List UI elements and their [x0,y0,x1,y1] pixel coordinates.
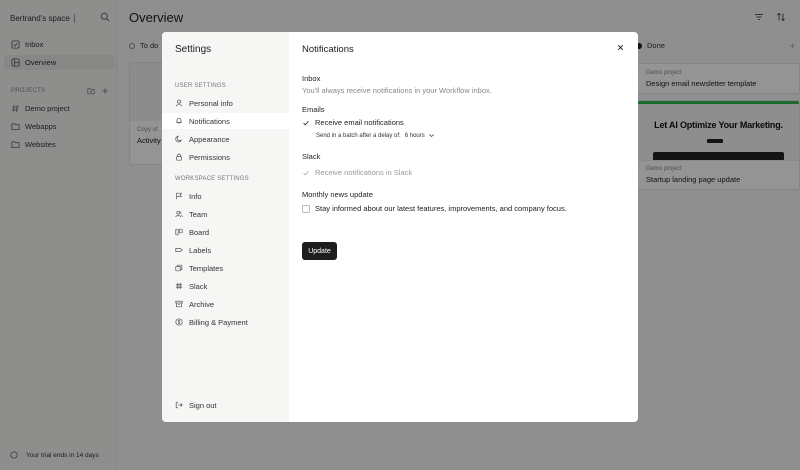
settings-item-label: Templates [189,263,224,273]
update-button[interactable]: Update [302,242,337,260]
settings-item-label: Board [189,227,210,237]
inbox-label: Inbox [302,74,321,83]
settings-item-templates[interactable]: Templates [162,260,289,276]
settings-item-label: Appearance [189,134,230,144]
user-icon [175,99,183,107]
email-notifications-checkbox[interactable]: Receive email notifications [302,118,404,127]
settings-item-appearance[interactable]: Appearance [162,131,289,147]
bell-icon [176,117,182,125]
settings-item-notifications[interactable]: Notifications [162,113,289,129]
settings-item-label: Team [189,209,208,219]
delay-setting: Send in a batch after a delay of: 6 hour… [316,132,435,139]
news-update-checkbox[interactable]: Stay informed about our latest features,… [302,204,567,213]
settings-item-slack[interactable]: Slack [162,278,289,294]
settings-item-billing[interactable]: Billing & Payment [162,314,289,330]
slack-notifications-checkbox[interactable]: Receive notifications in Slack [302,168,412,177]
slack-icon [175,282,183,290]
archive-icon [175,300,183,308]
settings-item-label: Slack [189,281,208,291]
settings-item-label: Billing & Payment [189,317,248,327]
settings-item-label: Info [189,191,202,201]
team-icon [175,210,183,218]
board-icon [175,228,183,236]
settings-item-team[interactable]: Team [162,206,289,222]
checkmark-icon [302,169,310,177]
user-settings-heading: USER SETTINGS [175,83,226,89]
chevron-down-icon [428,134,434,138]
settings-item-board[interactable]: Board [162,224,289,240]
settings-item-label: Archive [189,299,215,309]
settings-title: Settings [175,44,212,55]
settings-sidebar: Settings USER SETTINGS Personal info Not… [162,32,289,422]
empty-checkbox-icon [302,204,310,213]
settings-item-permissions[interactable]: Permissions [162,149,289,165]
delay-value: 6 hours [404,132,425,139]
settings-item-archive[interactable]: Archive [162,296,289,312]
checkmark-icon [302,119,310,127]
emails-label: Emails [302,105,325,114]
notifications-panel: Notifications Inbox You'll always receiv… [289,32,638,422]
inbox-description: You'll always receive notifications in y… [302,86,492,95]
settings-item-label: Notifications [189,116,230,126]
panel-heading: Notifications [302,44,354,55]
workspace-settings-heading: WORKSPACE SETTINGS [175,176,249,182]
settings-item-personal-info[interactable]: Personal info [162,95,289,111]
delay-label: Send in a batch after a delay of: [316,132,401,139]
delay-dropdown[interactable]: 6 hours [405,132,435,139]
checkbox-label: Receive notifications in Slack [315,168,413,177]
slack-label: Slack [302,152,321,161]
templates-icon [175,264,183,272]
flag-icon [176,192,183,200]
settings-item-info[interactable]: Info [162,188,289,204]
settings-item-label: Labels [189,245,212,255]
settings-item-label: Permissions [189,152,230,162]
sign-out-label: Sign out [189,400,217,410]
checkbox-label: Receive email notifications [315,118,404,127]
moon-icon [175,135,183,143]
billing-icon [175,318,183,326]
sign-out-button[interactable]: Sign out [162,397,289,413]
sign-out-icon [175,401,183,409]
settings-item-labels[interactable]: Labels [162,242,289,258]
tag-icon [175,248,183,252]
lock-icon [176,153,182,161]
news-label: Monthly news update [302,190,373,199]
settings-item-label: Personal info [189,98,233,108]
checkbox-label: Stay informed about our latest features,… [315,204,567,213]
close-icon[interactable] [616,43,625,52]
settings-modal: Settings USER SETTINGS Personal info Not… [162,32,638,422]
